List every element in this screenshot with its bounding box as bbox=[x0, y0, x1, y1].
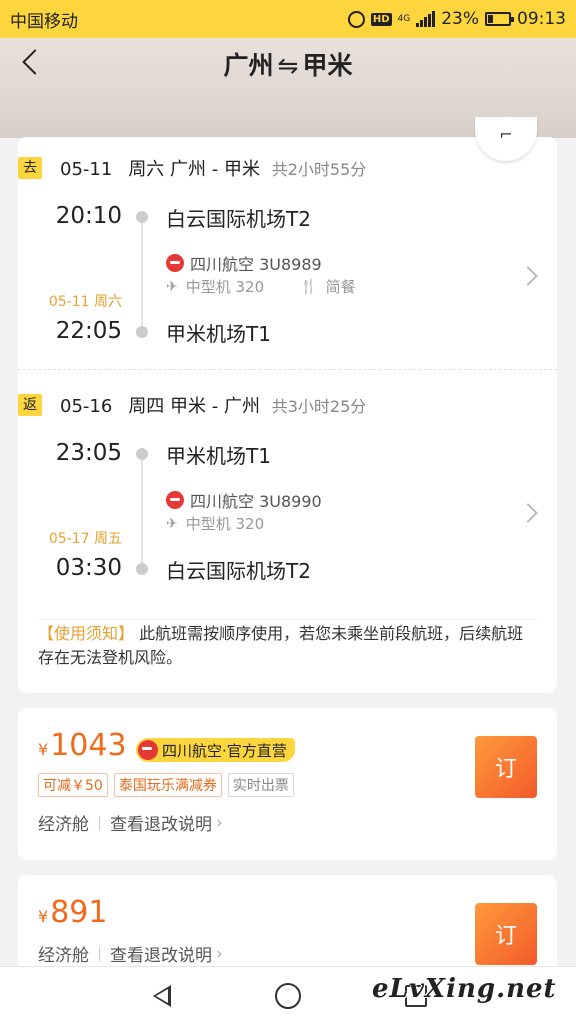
instant-ticket-tag: 实时出票 bbox=[227, 773, 294, 797]
return-arr-date: 05-17 周五 bbox=[48, 531, 122, 547]
meal-icon: 🍴 bbox=[300, 278, 318, 295]
return-aircraft-type: 中型机 320 bbox=[185, 515, 265, 533]
outbound-airline: 四川航空 3U8989 bbox=[166, 251, 322, 275]
return-segment[interactable]: 返 05-16 周四 甲米 - 广州 共3小时25分 23:05 甲米机场T1 四… bbox=[18, 369, 557, 605]
timeline-dot bbox=[136, 326, 148, 338]
timeline-dot bbox=[136, 211, 148, 223]
notice-title: 【使用须知】 bbox=[38, 624, 135, 643]
official-store-label: 四川航空·官方直营 bbox=[162, 741, 287, 760]
book-button[interactable]: 订 bbox=[475, 736, 537, 798]
refund-policy-link[interactable]: 查看退改说明 bbox=[110, 941, 212, 966]
outbound-arr-airport: 甲米机场T1 bbox=[166, 322, 271, 346]
timeline-line bbox=[141, 223, 143, 327]
return-duration: 共3小时25分 bbox=[271, 397, 367, 416]
return-tag: 返 bbox=[18, 394, 42, 416]
outbound-arr-time: 22:05 bbox=[55, 318, 122, 344]
return-weekday: 周四 bbox=[128, 396, 165, 417]
clock: 09:13 bbox=[517, 9, 566, 29]
return-route: 甲米 - 广州 bbox=[170, 396, 260, 417]
sichuan-airlines-logo-icon bbox=[166, 491, 184, 509]
return-header: 05-16 周四 甲米 - 广州 共3小时25分 bbox=[60, 392, 366, 418]
sichuan-airlines-logo-icon bbox=[138, 740, 158, 760]
chevron-right-icon[interactable] bbox=[518, 503, 538, 523]
hd-icon: HD bbox=[370, 12, 392, 26]
cabin-class: 经济舱 bbox=[38, 946, 89, 966]
return-date: 05-16 bbox=[60, 396, 113, 417]
outbound-dep-airport: 白云国际机场T2 bbox=[166, 207, 311, 231]
return-aircraft: ✈ 中型机 320 bbox=[166, 513, 264, 534]
fare-price: ¥1043 bbox=[38, 728, 127, 763]
outbound-weekday: 周六 bbox=[128, 159, 165, 180]
status-icons: HD 4G 23% 09:13 bbox=[347, 9, 566, 29]
official-store-badge: 四川航空·官方直营 bbox=[136, 738, 295, 762]
outbound-arr-date: 05-11 周六 bbox=[48, 294, 122, 310]
outbound-segment[interactable]: 去 05-11 周六 广州 - 甲米 共2小时55分 20:10 白云国际机场T2… bbox=[18, 137, 557, 369]
cabin-row: 经济舱 查看退改说明 › bbox=[38, 941, 223, 967]
chevron-right-icon[interactable] bbox=[518, 266, 538, 286]
outbound-date: 05-11 bbox=[60, 159, 113, 180]
sichuan-airlines-logo-icon bbox=[166, 254, 184, 272]
discount-tag: 可减￥50 bbox=[38, 773, 108, 797]
page-title: 广州 ⇋ 甲米 bbox=[0, 46, 576, 82]
plane-icon: ✈ bbox=[166, 278, 178, 295]
usage-notice: 【使用须知】 此航班需按顺序使用，若您未乘坐前段航班，后续航班存在无法登机风险。 bbox=[38, 619, 538, 670]
refund-policy-link[interactable]: 查看退改说明 bbox=[110, 810, 212, 835]
chevron-right-icon: › bbox=[216, 812, 223, 833]
outbound-tag: 去 bbox=[18, 157, 42, 179]
outbound-duration: 共2小时55分 bbox=[271, 160, 367, 179]
divider bbox=[99, 946, 100, 961]
itinerary-card: ⌐ 去 05-11 周六 广州 - 甲米 共2小时55分 20:10 白云国际机场… bbox=[18, 117, 557, 693]
outbound-flight-number: 四川航空 3U8989 bbox=[190, 255, 322, 274]
outbound-meal: 简餐 bbox=[325, 278, 356, 296]
carrier-label: 中国移动 bbox=[10, 11, 78, 32]
fare-amount: 1043 bbox=[50, 728, 127, 763]
book-button[interactable]: 订 bbox=[475, 903, 537, 965]
network-type-icon: 4G bbox=[397, 13, 411, 24]
fare-price: ¥891 bbox=[38, 895, 107, 930]
timeline-dot bbox=[136, 448, 148, 460]
return-airline: 四川航空 3U8990 bbox=[166, 488, 322, 512]
timeline-line bbox=[141, 460, 143, 564]
battery-percent: 23% bbox=[441, 9, 479, 29]
battery-icon bbox=[485, 12, 514, 26]
return-arr-time: 03:30 bbox=[55, 555, 122, 581]
nav-home-icon[interactable] bbox=[275, 983, 301, 1009]
outbound-aircraft: ✈ 中型机 320 🍴 简餐 bbox=[166, 276, 356, 297]
currency-symbol: ¥ bbox=[38, 740, 49, 759]
signal-icon bbox=[416, 11, 436, 27]
outbound-dep-time: 20:10 bbox=[55, 203, 122, 229]
chevron-right-icon: › bbox=[216, 943, 223, 964]
return-dep-time: 23:05 bbox=[55, 440, 122, 466]
outbound-header: 05-11 周六 广州 - 甲米 共2小时55分 bbox=[60, 155, 366, 181]
fare-amount: 891 bbox=[50, 895, 108, 930]
fare-tags: 可减￥50 泰国玩乐满减券 实时出票 bbox=[38, 773, 294, 797]
destination-city: 甲米 bbox=[302, 51, 353, 80]
return-arr-airport: 白云国际机场T2 bbox=[166, 559, 311, 583]
outbound-route: 广州 - 甲米 bbox=[170, 159, 260, 180]
divider bbox=[99, 815, 100, 830]
currency-symbol: ¥ bbox=[38, 907, 49, 926]
coupon-tag: 泰国玩乐满减券 bbox=[113, 773, 222, 797]
return-flight-number: 四川航空 3U8990 bbox=[190, 492, 322, 511]
nav-back-icon[interactable] bbox=[147, 983, 173, 1009]
fare-offer-card[interactable]: ¥1043 四川航空·官方直营 可减￥50 泰国玩乐满减券 实时出票 经济舱 查… bbox=[18, 708, 557, 860]
outbound-aircraft-type: 中型机 320 bbox=[185, 278, 265, 296]
cabin-class: 经济舱 bbox=[38, 815, 89, 835]
cabin-row: 经济舱 查看退改说明 › bbox=[38, 810, 223, 836]
plane-icon: ✈ bbox=[166, 515, 178, 532]
timeline-dot bbox=[136, 563, 148, 575]
status-bar: 中国移动 HD 4G 23% 09:13 bbox=[0, 0, 576, 38]
alarm-icon bbox=[347, 10, 365, 28]
swap-icon[interactable]: ⇋ bbox=[278, 51, 299, 80]
origin-city: 广州 bbox=[223, 51, 274, 80]
watermark: eLvXing.net bbox=[372, 974, 557, 1004]
return-dep-airport: 甲米机场T1 bbox=[166, 444, 271, 468]
